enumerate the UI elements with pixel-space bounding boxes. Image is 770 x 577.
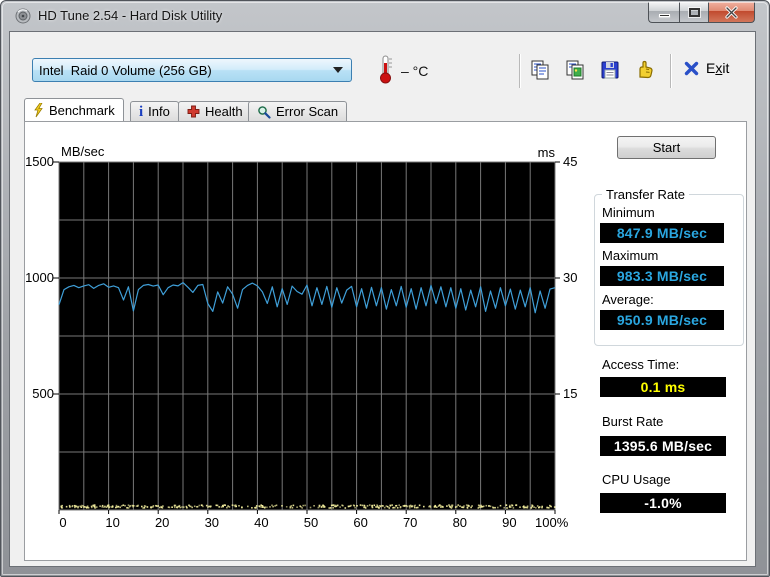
tab-label: Health — [205, 104, 243, 119]
exit-label: Exit — [706, 60, 730, 76]
minimum-label: Minimum — [602, 205, 655, 220]
thermometer-icon — [377, 54, 393, 89]
maximize-icon — [687, 6, 701, 18]
x-axis-tick: 70 — [402, 515, 418, 530]
x-axis-tick: 100% — [535, 515, 569, 530]
y-axis-left-title: MB/sec — [61, 144, 105, 159]
y-axis-left-tick: 1000 — [25, 270, 54, 285]
y-axis-right-title: ms — [537, 145, 555, 160]
options-icon — [639, 60, 653, 79]
toolbar-separator — [670, 54, 672, 88]
drive-select-value: Intel Raid 0 Volume (256 GB) — [39, 62, 212, 78]
y-axis-left-tick: 1500 — [25, 154, 54, 169]
x-axis-tick: 50 — [303, 515, 319, 530]
start-button[interactable]: Start — [617, 136, 716, 159]
maximum-value: 983.3 MB/sec — [600, 266, 724, 286]
close-icon — [725, 5, 738, 19]
copy-image-button[interactable] — [563, 58, 587, 82]
drive-select[interactable]: Intel Raid 0 Volume (256 GB) — [32, 58, 352, 82]
save-button[interactable] — [598, 58, 622, 82]
x-axis-tick: 40 — [254, 515, 269, 530]
x-axis-tick: 80 — [452, 515, 468, 530]
exit-button[interactable]: Exit — [684, 60, 729, 76]
benchmark-chart — [53, 161, 560, 514]
x-axis-tick: 30 — [204, 515, 220, 530]
temperature-display: – °C — [401, 63, 429, 79]
options-button[interactable] — [633, 58, 657, 82]
tab-label: Info — [148, 104, 170, 119]
tab-benchmark[interactable]: Benchmark — [24, 98, 124, 121]
maximum-label: Maximum — [602, 248, 659, 263]
y-axis-right-tick: 30 — [563, 270, 578, 285]
close-button[interactable] — [709, 2, 755, 23]
exit-x-icon — [684, 61, 699, 75]
x-axis-tick: 10 — [105, 515, 120, 530]
client-area: Intel Raid 0 Volume (256 GB) – °C Exit B… — [9, 31, 756, 567]
maximize-button[interactable] — [679, 2, 709, 23]
info-icon: i — [139, 103, 144, 120]
copy-button[interactable] — [528, 58, 552, 82]
cpu-usage-value: -1.0% — [600, 493, 726, 513]
caption-buttons — [648, 2, 755, 24]
cpu-usage-label: CPU Usage — [602, 472, 671, 487]
tab-label: Error Scan — [276, 104, 339, 119]
x-axis-tick: 20 — [154, 515, 170, 530]
y-axis-right-tick: 15 — [563, 386, 578, 401]
window-title: HD Tune 2.54 - Hard Disk Utility — [38, 8, 223, 23]
error-scan-magnifier-icon — [258, 105, 271, 119]
copy-icon — [531, 60, 549, 80]
burst-rate-label: Burst Rate — [602, 414, 664, 429]
health-cross-icon — [187, 105, 200, 118]
burst-rate-value: 1395.6 MB/sec — [600, 436, 726, 456]
toolbar-separator — [519, 54, 521, 88]
y-axis-right-tick: 45 — [563, 154, 578, 169]
tab-info[interactable]: i Info — [130, 101, 179, 121]
minimize-button[interactable] — [648, 2, 679, 23]
benchmark-lightning-icon — [34, 102, 43, 117]
y-axis-left-tick: 500 — [32, 386, 54, 401]
x-axis-tick: 0 — [59, 515, 67, 530]
copy-image-icon — [566, 60, 584, 80]
tab-health[interactable]: Health — [178, 101, 252, 121]
x-axis-tick: 90 — [502, 515, 517, 530]
tab-label: Benchmark — [49, 102, 115, 118]
chevron-down-icon — [333, 67, 343, 73]
minimize-icon — [658, 13, 670, 17]
transfer-rate-group-label: Transfer Rate — [602, 187, 689, 202]
hdtune-window: HD Tune 2.54 - Hard Disk Utility Intel R… — [0, 0, 770, 577]
app-icon — [15, 8, 31, 24]
titlebar[interactable]: HD Tune 2.54 - Hard Disk Utility — [1, 1, 769, 31]
access-time-label: Access Time: — [602, 357, 680, 372]
average-label: Average: — [602, 292, 654, 307]
access-time-value: 0.1 ms — [600, 377, 726, 397]
save-icon — [601, 61, 619, 79]
tab-error-scan[interactable]: Error Scan — [248, 101, 348, 121]
average-value: 950.9 MB/sec — [600, 310, 724, 330]
x-axis-tick: 60 — [353, 515, 368, 530]
minimum-value: 847.9 MB/sec — [600, 223, 724, 243]
